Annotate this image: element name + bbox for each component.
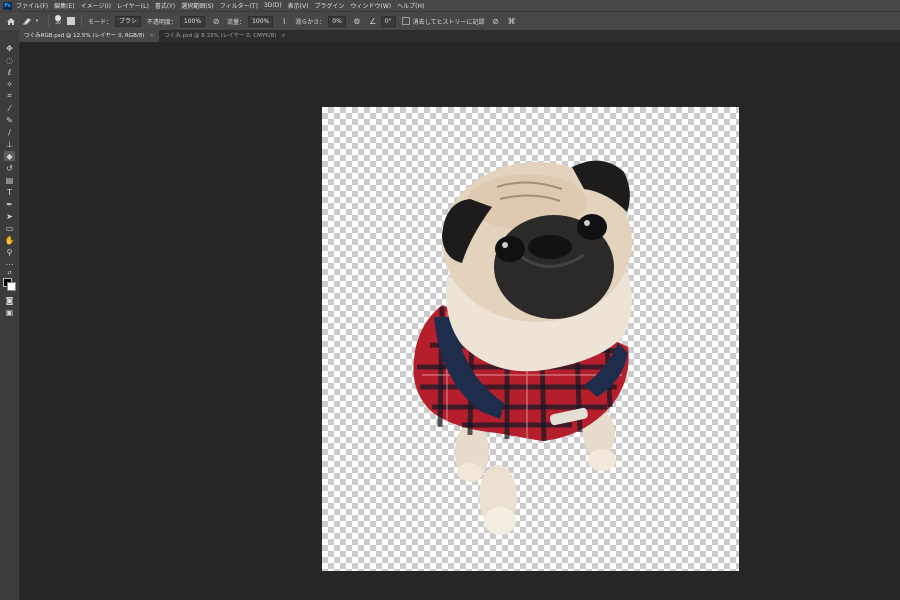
eraser-tool-icon[interactable]: ◆: [4, 151, 15, 161]
angle-control: ∠ 0°: [368, 15, 396, 27]
smoothing-input[interactable]: 0%: [328, 15, 346, 27]
smoothing-control: 滑らかさ： 0%: [295, 15, 346, 27]
close-icon[interactable]: ×: [149, 30, 154, 42]
flow-label: 流量：: [227, 18, 246, 26]
erase-to-history-checkbox[interactable]: [401, 17, 410, 25]
pen-tool-icon[interactable]: ✒: [4, 199, 15, 209]
brush-size-picker[interactable]: 30: [55, 15, 61, 27]
menu-type[interactable]: 書式(Y): [155, 1, 175, 10]
eraser-preset-button[interactable]: ▾: [22, 16, 42, 26]
healing-tool-icon[interactable]: ✎: [4, 115, 15, 125]
pressure-size-icon: ⊘: [492, 16, 499, 26]
brush-tool-icon[interactable]: /: [4, 127, 15, 137]
pug-photo: [413, 160, 632, 535]
swap-colors-icon[interactable]: ⇄: [4, 268, 15, 278]
crop-tool-icon[interactable]: ⌗: [4, 91, 15, 101]
pressure-icon: ⊘: [212, 16, 220, 26]
hand-tool-icon[interactable]: ✋: [4, 235, 15, 245]
smoothing-options-button[interactable]: ⚙: [352, 16, 362, 26]
tab-label: つぐみRGB.psd @ 12.5% (レイヤー 0, RGB/8): [24, 33, 145, 39]
history-brush-tool-icon[interactable]: ↺: [4, 163, 15, 173]
stamp-tool-icon[interactable]: ⊥: [4, 139, 15, 149]
eraser-icon: [23, 18, 31, 25]
dog-paw: [457, 463, 483, 481]
magic-wand-tool-icon[interactable]: ✧: [4, 79, 15, 89]
menu-edit[interactable]: 編集(E): [54, 1, 74, 10]
tab-label: つぐみ.psd @ 8.33% (レイヤー 0, CMYK/8): [164, 33, 277, 39]
quick-mask-icon[interactable]: ◙: [4, 295, 15, 305]
path-selection-tool-icon[interactable]: ➤: [4, 211, 15, 221]
smoothing-label: 滑らかさ：: [295, 18, 326, 26]
marquee-tool-icon[interactable]: ◌: [4, 55, 15, 65]
options-bar: ▾ 30 モード： ブラシ 不透明度： 100% ⊘ 流量： 100% ⌇ 滑ら…: [0, 11, 900, 30]
type-tool-icon[interactable]: T: [4, 187, 15, 197]
mode-select[interactable]: ブラシ: [115, 15, 141, 27]
gear-icon: ⚙: [353, 16, 361, 26]
menu-file[interactable]: ファイル(F): [16, 1, 48, 10]
menu-bar: Ps ファイル(F) 編集(E) イメージ(I) レイヤー(L) 書式(Y) 選…: [0, 0, 900, 11]
symmetry-button[interactable]: ⌘: [506, 16, 516, 26]
dog-paw: [484, 507, 516, 535]
screen-mode-icon[interactable]: ▣: [4, 307, 15, 317]
brush-size-value: 30: [55, 21, 61, 26]
flow-control: 流量： 100%: [227, 15, 274, 27]
menu-select[interactable]: 選択範囲(S): [181, 1, 214, 10]
document-canvas[interactable]: [322, 107, 739, 571]
tools-panel: ✥ ◌ ℓ ✧ ⌗ ⁄ ✎ / ⊥ ◆ ↺ ▤ T ✒ ➤ ▭ ✋ ⚲ ⋯ ⇄ …: [0, 30, 20, 600]
menu-help[interactable]: ヘルプ(H): [397, 1, 424, 10]
lasso-tool-icon[interactable]: ℓ: [4, 67, 15, 77]
mode-control: モード： ブラシ: [88, 15, 141, 27]
airbrush-icon: ⌇: [282, 16, 287, 26]
zoom-tool-icon[interactable]: ⚲: [4, 247, 15, 257]
mode-label: モード：: [88, 18, 113, 26]
eyedropper-tool-icon[interactable]: ⁄: [4, 103, 15, 113]
tab-document-cmyk[interactable]: つぐみ.psd @ 8.33% (レイヤー 0, CMYK/8) ×: [159, 30, 291, 42]
menu-filter[interactable]: フィルター(T): [220, 1, 258, 10]
airbrush-button[interactable]: ⌇: [279, 16, 289, 26]
eye-highlight: [502, 242, 508, 248]
dog-nose: [528, 235, 572, 259]
separator: [48, 15, 49, 27]
opacity-label: 不透明度：: [146, 18, 177, 26]
dog-eye-left: [495, 236, 525, 262]
opacity-input[interactable]: 100%: [179, 15, 206, 27]
menu-window[interactable]: ウィンドウ(W): [350, 1, 391, 10]
erase-to-history-label: 消去してヒストリーに記録: [412, 18, 485, 26]
flow-input[interactable]: 100%: [248, 15, 274, 27]
background-color-swatch[interactable]: [7, 282, 16, 291]
tab-document-rgb[interactable]: つぐみRGB.psd @ 12.5% (レイヤー 0, RGB/8) ×: [19, 30, 160, 42]
menu-layer[interactable]: レイヤー(L): [117, 1, 149, 10]
erase-to-history-control[interactable]: 消去してヒストリーに記録: [401, 17, 485, 26]
eye-highlight: [584, 220, 590, 226]
pressure-size-button[interactable]: ⊘: [490, 16, 500, 26]
menu-image[interactable]: イメージ(I): [81, 1, 111, 10]
opacity-control: 不透明度： 100%: [146, 15, 206, 27]
dog-paw: [588, 449, 616, 471]
gradient-tool-icon[interactable]: ▤: [4, 175, 15, 185]
dog-eye-right: [577, 214, 607, 240]
home-button[interactable]: [6, 17, 16, 26]
rectangle-tool-icon[interactable]: ▭: [4, 223, 15, 233]
home-icon: [7, 17, 15, 25]
symmetry-icon: ⌘: [507, 16, 516, 26]
angle-icon: ∠: [369, 16, 377, 26]
close-icon[interactable]: ×: [281, 30, 286, 42]
brush-settings-icon: [67, 17, 75, 25]
photoshop-logo-icon: Ps: [3, 1, 12, 10]
menu-3d[interactable]: 3D(D): [264, 2, 282, 9]
brush-settings-button[interactable]: [67, 17, 75, 25]
document-tabs: つぐみRGB.psd @ 12.5% (レイヤー 0, RGB/8) × つぐみ…: [19, 30, 900, 42]
separator: [81, 15, 82, 27]
pressure-opacity-button[interactable]: ⊘: [211, 16, 221, 26]
menu-view[interactable]: 表示(V): [288, 1, 309, 10]
chevron-down-icon: ▾: [35, 18, 39, 24]
move-tool-icon[interactable]: ✥: [4, 43, 15, 53]
angle-input[interactable]: 0°: [380, 15, 396, 27]
menu-plugins[interactable]: プラグイン: [314, 1, 344, 10]
